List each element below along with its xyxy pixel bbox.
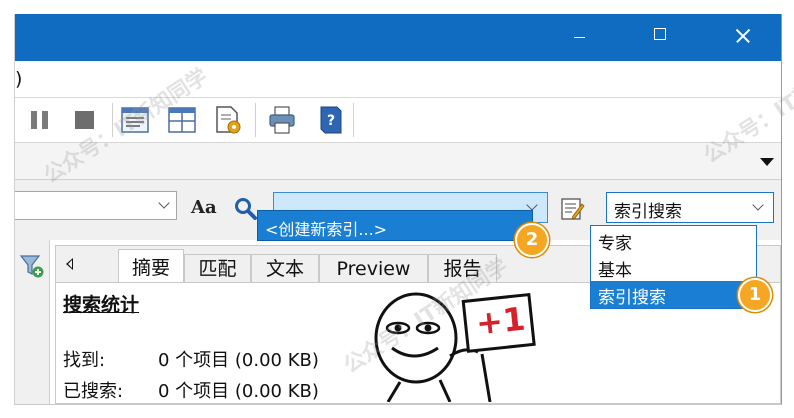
stop-button[interactable]	[70, 105, 100, 135]
menu-partial-item[interactable]: )	[15, 68, 22, 90]
create-index-label: <创建新索引...>	[265, 220, 388, 239]
searched-label: 已搜索:	[63, 381, 124, 402]
tab-text[interactable]: 文本	[251, 254, 319, 284]
searched-value: 0 个项目 (0.00 KB)	[158, 381, 319, 402]
sticker-sign-text: +1	[474, 299, 527, 343]
menu-bar: )	[15, 61, 781, 98]
match-case-toggle[interactable]: Aa	[191, 197, 217, 218]
layout-panes-icon[interactable]	[167, 105, 197, 135]
toolbar-separator	[112, 103, 113, 137]
search-mode-dropdown: 专家 基本 索引搜索	[590, 225, 757, 309]
overflow-arrow-icon[interactable]	[760, 158, 774, 166]
document-settings-icon[interactable]	[213, 105, 243, 135]
plus-one-sticker: +1	[370, 284, 540, 403]
tab-report[interactable]: 报告	[428, 254, 497, 284]
found-label: 找到:	[63, 350, 106, 371]
summary-title: 搜索统计	[63, 294, 140, 316]
minimize-button[interactable]	[557, 14, 603, 61]
pause-button[interactable]	[25, 105, 55, 135]
mode-option-index-search[interactable]: 索引搜索	[591, 281, 756, 308]
tab-summary[interactable]: 摘要	[118, 249, 184, 285]
location-combo[interactable]	[15, 191, 177, 220]
tab-matches[interactable]: 匹配	[184, 254, 251, 284]
secondary-bar	[15, 143, 781, 180]
svg-text:?: ?	[327, 113, 335, 129]
tab-scroll-left-icon[interactable]	[66, 258, 73, 270]
search-icon[interactable]	[233, 196, 259, 222]
help-book-icon[interactable]: ?	[315, 105, 345, 135]
create-index-option[interactable]: <创建新索引...>	[257, 210, 533, 241]
search-mode-value: 索引搜索	[614, 202, 682, 222]
search-mode-select[interactable]: 索引搜索	[606, 192, 774, 223]
chevron-down-icon	[526, 199, 538, 211]
toolbar-separator	[353, 103, 354, 137]
preview-list-icon[interactable]	[120, 105, 150, 135]
close-button[interactable]	[718, 14, 764, 61]
mode-option-basic[interactable]: 基本	[591, 254, 756, 281]
step-badge-2: 2	[515, 223, 549, 257]
left-panel-strip	[15, 240, 50, 404]
mode-option-expert[interactable]: 专家	[591, 227, 756, 254]
chevron-down-icon	[752, 199, 764, 211]
found-value: 0 个项目 (0.00 KB)	[158, 350, 319, 371]
maximize-button[interactable]	[637, 14, 683, 61]
filter-add-icon[interactable]	[19, 253, 45, 279]
tab-preview[interactable]: Preview	[319, 254, 428, 284]
toolbar-separator	[255, 103, 256, 137]
query-editor-icon[interactable]	[559, 196, 585, 222]
chevron-down-icon	[158, 197, 170, 209]
print-icon[interactable]	[267, 105, 297, 135]
toolbar: ?	[15, 98, 781, 143]
title-bar	[15, 14, 781, 61]
step-badge-1: 1	[738, 278, 772, 312]
